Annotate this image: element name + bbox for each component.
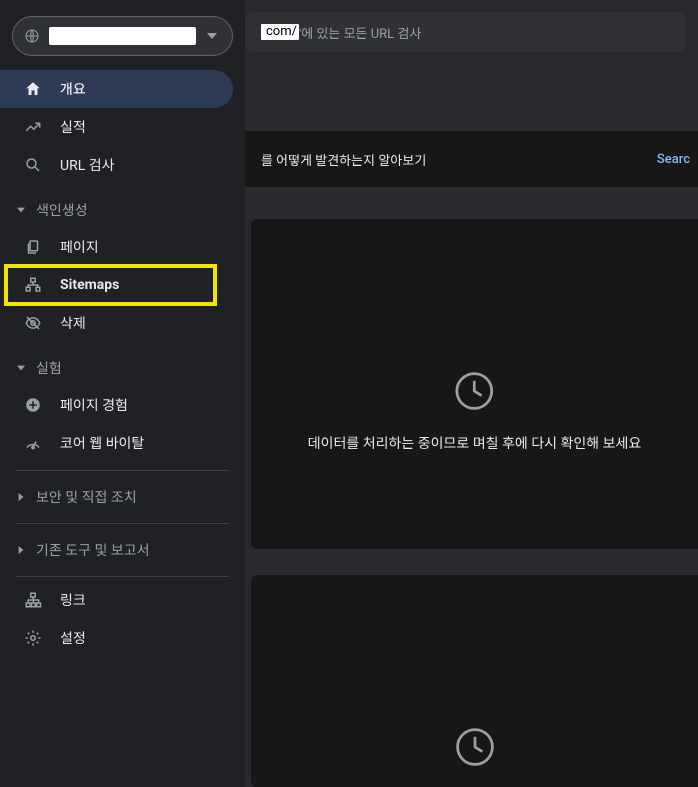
- sidebar-item-label: 페이지 경험: [60, 395, 128, 415]
- trending-icon: [22, 116, 44, 138]
- search-placeholder-text: '에 있는 모든 URL 검사: [299, 23, 421, 42]
- section-legacy-tools[interactable]: 기존 도구 및 보고서: [0, 532, 245, 568]
- gear-icon: [22, 627, 44, 649]
- home-icon: [22, 78, 44, 100]
- sitemap-icon: [22, 274, 44, 296]
- search-domain-chip: com/: [261, 24, 299, 40]
- clock-icon: [453, 725, 497, 769]
- divider: [16, 523, 229, 524]
- sidebar-item-label: 설정: [60, 628, 86, 648]
- sidebar-item-label: 삭제: [60, 313, 86, 333]
- pages-icon: [22, 236, 44, 258]
- plus-circle-icon: [22, 394, 44, 416]
- property-name-redacted: [49, 27, 196, 45]
- sidebar: 개요 실적 URL 검사 색인생성 페이지: [0, 0, 245, 787]
- sidebar-item-label: 페이지: [60, 237, 99, 257]
- url-inspection-search[interactable]: com/'에 있는 모든 URL 검사: [245, 12, 686, 52]
- section-security[interactable]: 보안 및 직접 조치: [0, 479, 245, 515]
- caret-right-icon: [14, 490, 28, 504]
- globe-icon: [23, 27, 41, 45]
- divider: [16, 576, 229, 577]
- chevron-down-icon: [202, 26, 222, 46]
- links-icon: [22, 589, 44, 611]
- performance-card: 데이터를 처리하는 중이므로 며칠 후에 다시 확인해 보세요: [251, 219, 698, 549]
- search-icon: [22, 154, 44, 176]
- sidebar-item-sitemaps[interactable]: Sitemaps: [6, 266, 215, 304]
- caret-down-icon: [14, 203, 28, 217]
- sidebar-item-overview[interactable]: 개요: [0, 70, 233, 108]
- section-indexing[interactable]: 색인생성: [0, 192, 245, 228]
- property-selector[interactable]: [12, 16, 233, 56]
- sidebar-item-label: 실적: [60, 117, 86, 137]
- secondary-card: [251, 575, 698, 787]
- sidebar-item-label: 링크: [60, 590, 86, 610]
- caret-down-icon: [14, 361, 28, 375]
- sidebar-item-core-web-vitals[interactable]: 코어 웹 바이탈: [0, 424, 233, 462]
- sidebar-item-url-inspect[interactable]: URL 검사: [0, 146, 233, 184]
- main-content: com/'에 있는 모든 URL 검사 를 어떻게 발견하는지 알아보기 Sea…: [245, 0, 698, 787]
- section-title: 보안 및 직접 조치: [36, 487, 137, 507]
- divider: [16, 470, 229, 471]
- sidebar-item-label: 코어 웹 바이탈: [60, 433, 144, 453]
- sidebar-item-label: Sitemaps: [60, 277, 119, 293]
- sidebar-item-page-experience[interactable]: 페이지 경험: [0, 386, 233, 424]
- section-title: 색인생성: [36, 200, 88, 220]
- section-title: 실험: [36, 358, 62, 378]
- section-title: 기존 도구 및 보고서: [36, 540, 149, 560]
- banner-link[interactable]: Searc: [657, 152, 690, 167]
- speed-icon: [22, 432, 44, 454]
- banner-text: 를 어떻게 발견하는지 알아보기: [261, 150, 426, 169]
- sidebar-item-removals[interactable]: 삭제: [0, 304, 233, 342]
- sidebar-item-pages[interactable]: 페이지: [0, 228, 233, 266]
- sidebar-item-label: 개요: [60, 79, 86, 99]
- info-banner: 를 어떻게 발견하는지 알아보기 Searc: [245, 131, 698, 187]
- sidebar-item-label: URL 검사: [60, 155, 114, 175]
- sidebar-item-links[interactable]: 링크: [0, 581, 233, 619]
- clock-icon: [453, 369, 497, 413]
- sidebar-item-performance[interactable]: 실적: [0, 108, 233, 146]
- visibility-off-icon: [22, 312, 44, 334]
- section-experience[interactable]: 실험: [0, 350, 245, 386]
- caret-right-icon: [14, 543, 28, 557]
- processing-message: 데이터를 처리하는 중이므로 며칠 후에 다시 확인해 보세요: [308, 433, 641, 453]
- sidebar-item-settings[interactable]: 설정: [0, 619, 233, 657]
